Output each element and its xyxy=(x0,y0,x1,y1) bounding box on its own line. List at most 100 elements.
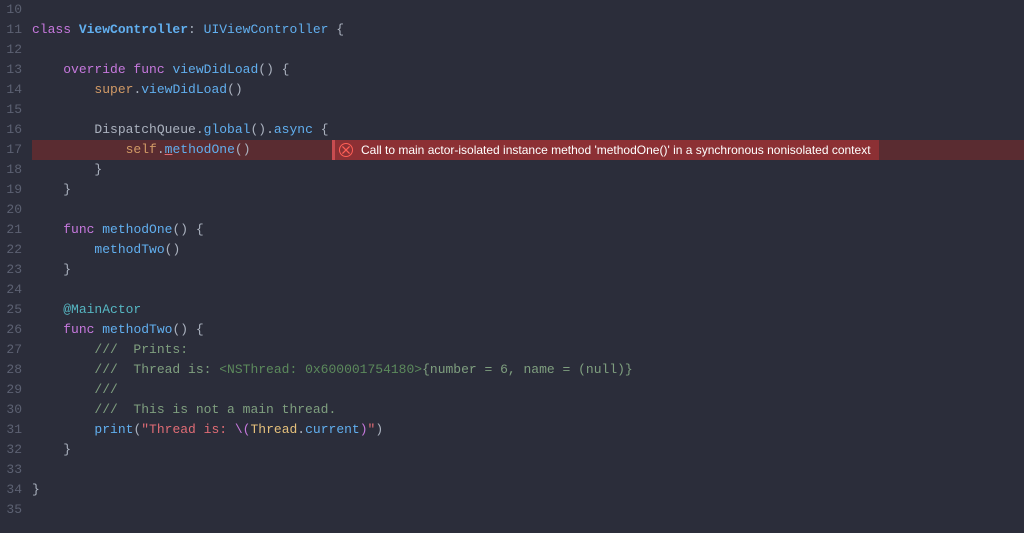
line-number: 26 xyxy=(0,320,22,340)
line-number-gutter: 1011121314151617181920212223242526272829… xyxy=(0,0,32,533)
line-number: 12 xyxy=(0,40,22,60)
line-number: 23 xyxy=(0,260,22,280)
code-token: async xyxy=(274,122,313,137)
line-number: 32 xyxy=(0,440,22,460)
code-editor[interactable]: 1011121314151617181920212223242526272829… xyxy=(0,0,1024,533)
code-token: . xyxy=(196,122,204,137)
code-line[interactable]: /// xyxy=(32,380,1024,400)
code-token: () { xyxy=(172,322,203,337)
code-token: \( xyxy=(235,422,251,437)
line-number: 24 xyxy=(0,280,22,300)
code-token xyxy=(32,62,63,77)
code-line[interactable] xyxy=(32,500,1024,520)
code-token: methodOne xyxy=(102,222,172,237)
code-token: . xyxy=(157,142,165,157)
code-line[interactable]: class ViewController: UIViewController { xyxy=(32,20,1024,40)
code-token: ) xyxy=(360,422,368,437)
line-number: 18 xyxy=(0,160,22,180)
code-token: <NSThread: 0x600001754180> xyxy=(219,362,422,377)
code-token: {number = 6, name = (null)} xyxy=(422,362,633,377)
code-line[interactable]: DispatchQueue.global().async { xyxy=(32,120,1024,140)
code-token: print xyxy=(94,422,133,437)
code-line[interactable]: super.viewDidLoad() xyxy=(32,80,1024,100)
code-token: () xyxy=(165,242,181,257)
code-line[interactable]: } xyxy=(32,440,1024,460)
code-token xyxy=(32,242,94,257)
code-line[interactable]: override func viewDidLoad() { xyxy=(32,60,1024,80)
code-token xyxy=(32,122,94,137)
code-line[interactable]: self.methodOne()Call to main actor-isola… xyxy=(32,140,1024,160)
code-token xyxy=(32,322,63,337)
code-line[interactable]: } xyxy=(32,480,1024,500)
code-token: super xyxy=(94,82,133,97)
code-token xyxy=(32,382,94,397)
code-token: } xyxy=(32,262,71,277)
inline-error-message: Call to main actor-isolated instance met… xyxy=(361,140,871,160)
code-token: "Thread is: xyxy=(141,422,235,437)
code-token: { xyxy=(328,22,344,37)
code-token: (). xyxy=(250,122,273,137)
code-area[interactable]: class ViewController: UIViewController {… xyxy=(32,0,1024,533)
code-token: global xyxy=(204,122,251,137)
inline-error-banner[interactable]: Call to main actor-isolated instance met… xyxy=(332,140,879,160)
code-line[interactable]: print("Thread is: \(Thread.current)") xyxy=(32,420,1024,440)
code-line[interactable]: func methodTwo() { xyxy=(32,320,1024,340)
code-line[interactable] xyxy=(32,200,1024,220)
code-line[interactable] xyxy=(32,460,1024,480)
code-line[interactable]: /// Thread is: <NSThread: 0x600001754180… xyxy=(32,360,1024,380)
code-token: viewDidLoad xyxy=(172,62,258,77)
line-number: 25 xyxy=(0,300,22,320)
code-token xyxy=(32,222,63,237)
code-line[interactable]: @MainActor xyxy=(32,300,1024,320)
code-token: viewDidLoad xyxy=(141,82,227,97)
code-token: () { xyxy=(172,222,203,237)
line-number: 30 xyxy=(0,400,22,420)
code-token: () xyxy=(227,82,243,97)
code-line[interactable]: } xyxy=(32,260,1024,280)
code-token xyxy=(32,402,94,417)
line-number: 22 xyxy=(0,240,22,260)
code-token: ) xyxy=(375,422,383,437)
code-line[interactable]: } xyxy=(32,160,1024,180)
line-number: 34 xyxy=(0,480,22,500)
code-line[interactable] xyxy=(32,40,1024,60)
line-number: 10 xyxy=(0,0,22,20)
code-token xyxy=(32,342,94,357)
code-line[interactable]: /// This is not a main thread. xyxy=(32,400,1024,420)
code-token: override func xyxy=(63,62,172,77)
code-token: methodTwo xyxy=(94,242,164,257)
line-number: 27 xyxy=(0,340,22,360)
line-number: 14 xyxy=(0,80,22,100)
code-token: { xyxy=(313,122,329,137)
code-line[interactable]: } xyxy=(32,180,1024,200)
line-number: 20 xyxy=(0,200,22,220)
code-token: () xyxy=(235,142,251,157)
line-number: 16 xyxy=(0,120,22,140)
code-line[interactable] xyxy=(32,280,1024,300)
code-token: @MainActor xyxy=(63,302,141,317)
line-number: 33 xyxy=(0,460,22,480)
code-line[interactable]: func methodOne() { xyxy=(32,220,1024,240)
code-token: current xyxy=(305,422,360,437)
code-token: ethodOne xyxy=(172,142,234,157)
code-token: : xyxy=(188,22,204,37)
line-number: 29 xyxy=(0,380,22,400)
code-line[interactable] xyxy=(32,100,1024,120)
code-token xyxy=(32,82,94,97)
code-token: func xyxy=(63,222,102,237)
code-token: } xyxy=(32,182,71,197)
code-line[interactable]: /// Prints: xyxy=(32,340,1024,360)
code-token: DispatchQueue xyxy=(94,122,195,137)
line-number: 28 xyxy=(0,360,22,380)
code-line[interactable]: methodTwo() xyxy=(32,240,1024,260)
line-number: 11 xyxy=(0,20,22,40)
code-token: UIViewController xyxy=(204,22,329,37)
code-token: /// Thread is: xyxy=(94,362,219,377)
code-token: Thread xyxy=(250,422,297,437)
code-token: . xyxy=(297,422,305,437)
line-number: 15 xyxy=(0,100,22,120)
code-token: class xyxy=(32,22,79,37)
code-line[interactable] xyxy=(32,0,1024,20)
line-number: 19 xyxy=(0,180,22,200)
code-token: /// Prints: xyxy=(94,342,188,357)
